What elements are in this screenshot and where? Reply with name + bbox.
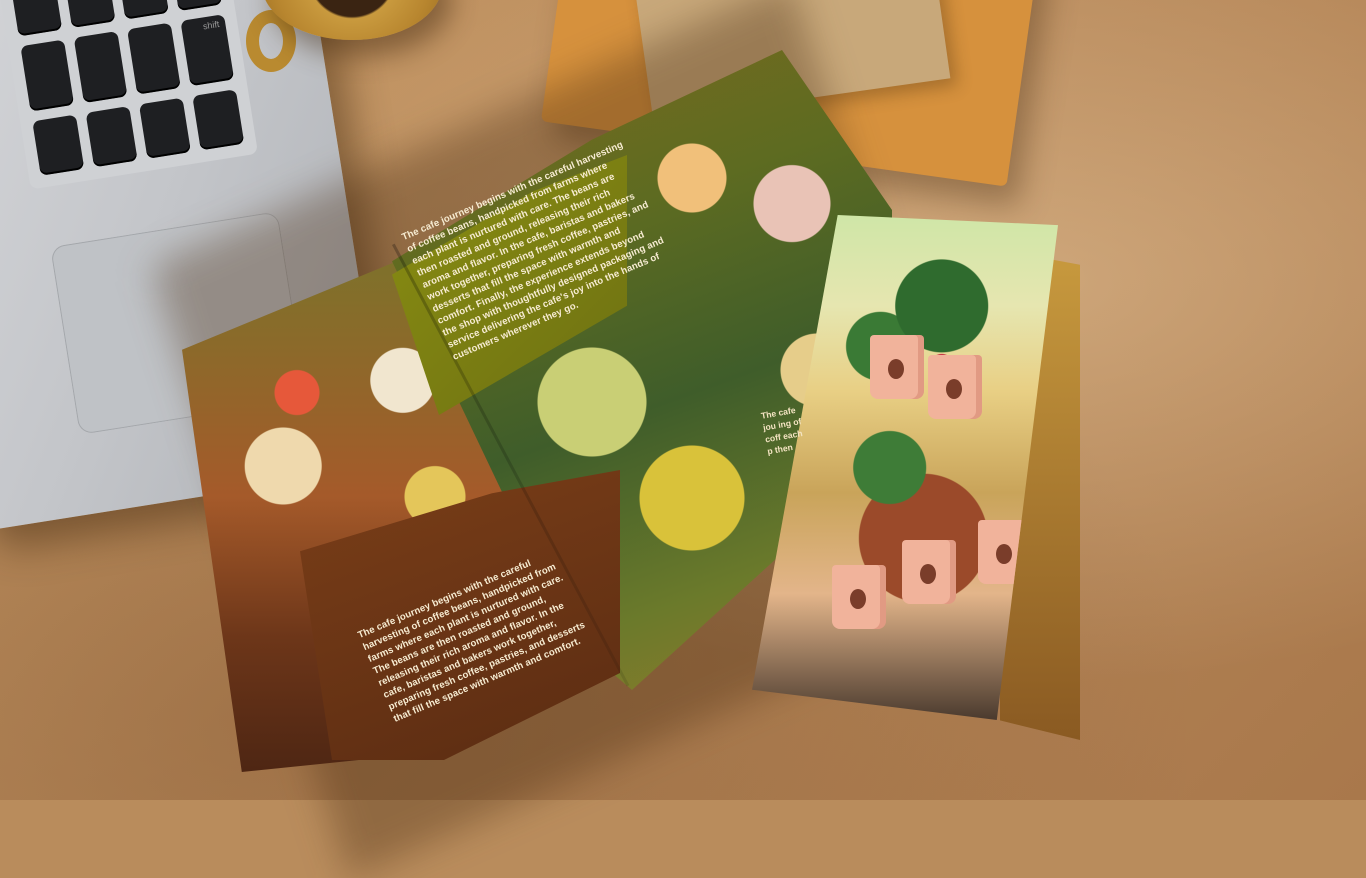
key-return: return	[168, 0, 223, 12]
key	[32, 114, 85, 176]
key	[115, 0, 169, 20]
folded-brochure-copy: The cafe jou ing of coff each p then	[760, 404, 804, 457]
coffee-bag-illustration	[928, 355, 982, 419]
laptop-keyboard: return shift	[0, 0, 259, 190]
key	[20, 39, 75, 112]
photo-scene: return shift The cafe journey begins wit…	[0, 0, 1366, 878]
key	[85, 105, 138, 168]
coffee-bag-illustration	[832, 565, 886, 629]
key	[127, 22, 181, 95]
key	[73, 31, 128, 103]
key-shift: shift	[180, 14, 235, 86]
key	[138, 97, 191, 159]
key	[61, 0, 116, 29]
coffee-bag-illustration	[902, 540, 956, 604]
key	[8, 0, 63, 37]
coffee-bag-illustration	[870, 335, 924, 399]
key	[192, 88, 245, 151]
